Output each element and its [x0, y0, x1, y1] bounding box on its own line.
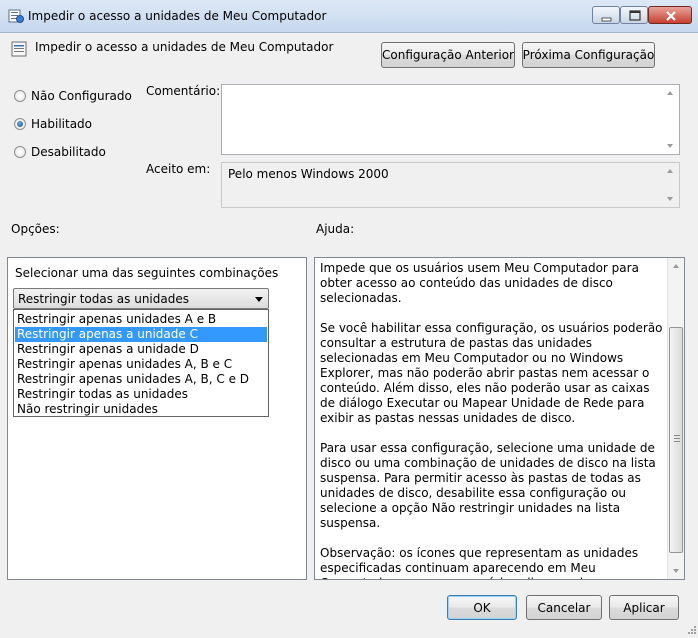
scroll-up-icon[interactable] [673, 264, 679, 268]
supported-on-label: Aceito em: [146, 162, 211, 176]
supported-scrollbar[interactable] [662, 163, 679, 207]
minimize-button[interactable] [592, 6, 620, 24]
grip-line [674, 441, 680, 442]
policy-document-icon [11, 41, 27, 57]
scroll-down-icon[interactable] [673, 569, 679, 573]
radio-circle[interactable] [14, 146, 26, 158]
scroll-down-icon[interactable] [667, 144, 673, 148]
grip-line [674, 435, 680, 436]
help-paragraph: Se você habilitar essa configuração, os … [320, 321, 663, 425]
cancel-button[interactable]: Cancelar [526, 595, 602, 620]
scroll-up-icon[interactable] [667, 169, 673, 173]
dropdown-option[interactable]: Restringir apenas unidades A, B, C e D [15, 372, 267, 387]
scroll-down-icon[interactable] [667, 197, 673, 201]
previous-setting-button[interactable]: Configuração Anterior [381, 42, 515, 68]
policy-dialog-window: Impedir o acesso a unidades de Meu Compu… [0, 0, 698, 638]
radio-circle[interactable] [14, 90, 26, 102]
ok-button[interactable]: OK [447, 595, 517, 620]
scrollbar-thumb[interactable] [669, 327, 683, 553]
radio-label: Não Configurado [31, 89, 132, 103]
comment-label: Comentário: [146, 84, 221, 98]
help-scrollbar[interactable] [667, 258, 684, 579]
dropdown-option[interactable]: Restringir todas as unidades [15, 387, 267, 402]
radio-disabled[interactable]: Desabilitado [14, 145, 106, 159]
grip-line [674, 438, 680, 439]
close-icon [666, 11, 676, 21]
help-paragraph: Observação: os ícones que representam as… [320, 546, 643, 579]
comment-textarea[interactable] [221, 84, 680, 155]
radio-circle-checked[interactable] [14, 118, 26, 130]
options-instruction: Selecionar uma das seguintes combinações [15, 266, 279, 280]
dropdown-list: Restringir apenas unidades A e B Restrin… [13, 309, 269, 417]
maximize-button[interactable] [620, 6, 648, 24]
next-setting-button[interactable]: Próxima Configuração [522, 42, 655, 68]
close-button[interactable] [648, 6, 692, 24]
dropdown-option[interactable]: Restringir apenas unidades A e B [15, 312, 267, 327]
minimize-icon [601, 17, 612, 22]
radio-label: Habilitado [31, 117, 93, 131]
help-text: Impede que os usuários usem Meu Computad… [320, 261, 664, 579]
policy-settings-icon [8, 9, 24, 23]
help-panel: Impede que os usuários usem Meu Computad… [314, 257, 685, 580]
maximize-icon [629, 10, 641, 21]
dropdown-option-highlighted[interactable]: Restringir apenas a unidade C [15, 327, 267, 342]
dropdown-option[interactable]: Não restringir unidades [15, 402, 267, 417]
chevron-down-icon[interactable] [255, 297, 263, 302]
comment-scrollbar[interactable] [662, 85, 679, 154]
radio-enabled[interactable]: Habilitado [14, 117, 92, 131]
dropdown-option[interactable]: Restringir apenas a unidade D [15, 342, 267, 357]
help-paragraph: Para usar essa configuração, selecione u… [320, 441, 656, 530]
supported-on-field: Pelo menos Windows 2000 [221, 162, 680, 208]
help-label: Ajuda: [316, 222, 355, 236]
supported-on-value: Pelo menos Windows 2000 [228, 167, 389, 181]
scroll-up-icon[interactable] [667, 91, 673, 95]
dropdown-selected-value: Restringir todas as unidades [18, 292, 189, 306]
window-title: Impedir o acesso a unidades de Meu Compu… [28, 9, 327, 23]
options-label: Opções: [11, 222, 60, 236]
radio-not-configured[interactable]: Não Configurado [14, 89, 132, 103]
help-paragraph: Impede que os usuários usem Meu Computad… [320, 261, 639, 305]
apply-button[interactable]: Aplicar [609, 595, 679, 620]
radio-label: Desabilitado [31, 145, 106, 159]
policy-title: Impedir o acesso a unidades de Meu Compu… [35, 40, 334, 54]
drive-restriction-dropdown[interactable]: Restringir todas as unidades [13, 288, 269, 309]
dropdown-option[interactable]: Restringir apenas unidades A, B e C [15, 357, 267, 372]
resize-grip-icon[interactable] [685, 625, 697, 637]
title-bar[interactable]: Impedir o acesso a unidades de Meu Compu… [0, 0, 698, 33]
